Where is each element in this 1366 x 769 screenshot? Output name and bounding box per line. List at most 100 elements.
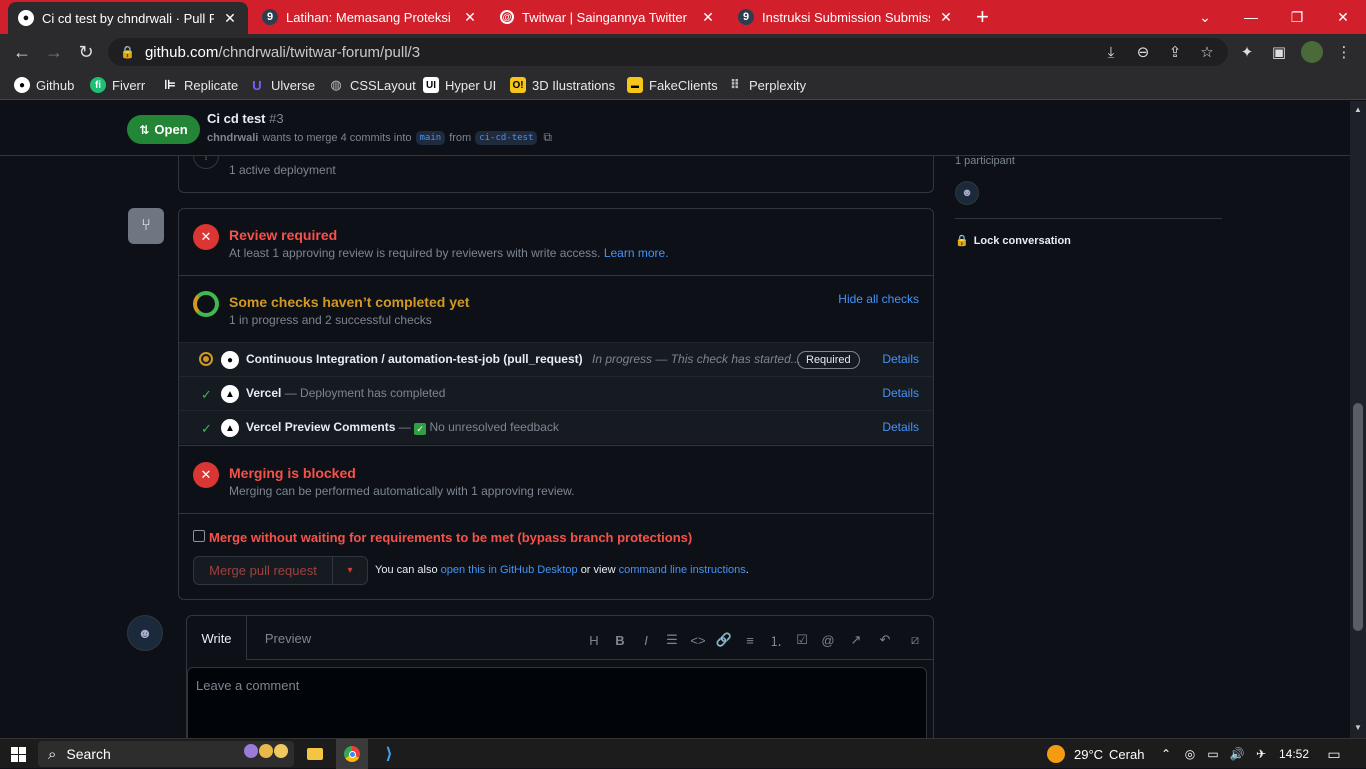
close-window-icon[interactable]: ✕ — [1320, 0, 1366, 34]
check-name: Vercel — Deployment has completed — [246, 386, 445, 400]
cross-reference-icon[interactable]: ↗ — [847, 631, 865, 649]
share-icon[interactable]: ⇪ — [1165, 42, 1185, 62]
lock-conversation-link[interactable]: 🔒 Lock conversation — [955, 234, 1071, 248]
bypass-label[interactable]: Merge without waiting for requirements t… — [209, 530, 692, 545]
check-icon: ✓ — [201, 421, 212, 436]
chrome-taskbar-icon[interactable] — [336, 739, 368, 769]
unordered-list-icon[interactable]: ≡ — [741, 631, 759, 649]
browser-tab[interactable]: ● Ci cd test by chndrwali · Pull Requ ✕ — [8, 2, 248, 34]
quote-icon[interactable]: ☰ — [663, 631, 681, 649]
bookmark-3d-ilustrations[interactable]: O! 3D Ilustrations — [510, 75, 615, 95]
bookmark-star-icon[interactable]: ☆ — [1197, 42, 1217, 62]
tray-chevron-icon[interactable]: ⌃ — [1158, 739, 1174, 769]
bypass-checkbox[interactable] — [193, 530, 205, 542]
hyperui-icon: UI — [423, 77, 439, 93]
profile-avatar[interactable] — [1301, 41, 1323, 63]
link-icon[interactable]: 🔗 — [715, 631, 733, 649]
minimize-icon[interactable]: — — [1228, 0, 1274, 34]
clock[interactable]: 14:52 — [1276, 739, 1312, 769]
github-actions-icon: ● — [221, 351, 239, 369]
threads-icon: @ — [500, 10, 514, 24]
close-icon[interactable]: ✕ — [938, 9, 954, 26]
reload-icon[interactable]: ↻ — [73, 39, 99, 65]
forward-icon[interactable]: → — [41, 39, 67, 65]
browser-tab[interactable]: 9 Instruksi Submission Submission ✕ — [728, 0, 964, 34]
back-icon[interactable]: ← — [9, 39, 35, 65]
mention-icon[interactable]: @ — [819, 631, 837, 649]
base-branch[interactable]: main — [415, 130, 446, 145]
restore-icon[interactable]: ❐ — [1274, 0, 1320, 34]
command-line-link[interactable]: command line instructions — [619, 564, 746, 576]
zoom-icon[interactable]: ⊖ — [1133, 42, 1153, 62]
bookmark-fakeclients[interactable]: ▬ FakeClients — [627, 75, 718, 95]
learn-more-link[interactable]: Learn more. — [604, 246, 669, 260]
participant-avatar[interactable]: ☻ — [955, 181, 979, 205]
close-icon[interactable]: ✕ — [462, 9, 478, 26]
tab-search-icon[interactable]: ⌄ — [1182, 0, 1228, 34]
bookmark-hyperui[interactable]: UI Hyper UI — [423, 75, 496, 95]
extensions-icon[interactable]: ✦ — [1237, 42, 1257, 62]
taskbar-search-box[interactable]: ⌕ Search — [38, 741, 294, 767]
scroll-down-icon[interactable]: ▼ — [1354, 723, 1362, 732]
address-bar[interactable]: 🔒 github.com/chndrwali/twitwar-forum/pul… — [108, 38, 1228, 66]
bookmark-label: CSSLayout — [350, 77, 416, 93]
windows-start-icon[interactable] — [0, 739, 36, 769]
task-list-icon[interactable]: ☑ — [793, 631, 811, 649]
ordered-list-icon[interactable]: ⒈ — [767, 631, 785, 649]
pr-state-label: Open — [154, 122, 188, 137]
details-link[interactable]: Details — [882, 420, 919, 434]
pr-author-link[interactable]: chndrwali — [207, 132, 258, 144]
tab-write[interactable]: Write — [187, 616, 247, 660]
bold-icon[interactable]: B — [611, 631, 629, 649]
camera-icon[interactable]: ◎ — [1182, 739, 1198, 769]
x-circle-icon: ✕ — [193, 462, 219, 488]
user-avatar[interactable]: ☻ — [127, 615, 163, 651]
copy-icon[interactable]: ⧉ — [543, 130, 552, 145]
heading-icon[interactable]: H — [585, 631, 603, 649]
merge-pull-request-button[interactable]: Merge pull request — [193, 556, 333, 585]
details-link[interactable]: Details — [882, 386, 919, 400]
slash-commands-icon[interactable]: ⧄ — [906, 631, 924, 649]
reply-icon[interactable]: ↶ — [876, 631, 894, 649]
scroll-up-icon[interactable]: ▲ — [1354, 105, 1362, 114]
hide-all-checks-link[interactable]: Hide all checks — [838, 292, 919, 306]
bookmark-github[interactable]: ● Github — [14, 75, 74, 95]
side-panel-icon[interactable]: ▣ — [1269, 42, 1289, 62]
review-required-title: Review required — [229, 227, 338, 243]
bookmark-ulverse[interactable]: U Ulverse — [249, 75, 315, 95]
bookmark-csslayout[interactable]: ◍ CSSLayout — [328, 75, 416, 95]
vscode-icon[interactable]: ⟩ — [376, 739, 402, 769]
weather-widget[interactable]: 29°C Cerah — [1074, 739, 1154, 769]
network-icon[interactable]: ✈ — [1252, 739, 1270, 769]
tab-preview[interactable]: Preview — [253, 616, 323, 660]
review-required-section: ✕ Review required At least 1 approving r… — [179, 209, 933, 276]
notifications-icon[interactable]: ▭ — [1322, 739, 1346, 769]
merge-options-caret-icon[interactable]: ▾ — [332, 556, 368, 585]
page-scrollbar[interactable]: ▲ ▼ — [1350, 101, 1366, 738]
browser-tab[interactable]: @ Twitwar | Saingannya Twitter ✕ — [490, 0, 726, 34]
lock-conversation-label: Lock conversation — [973, 234, 1071, 247]
windows-taskbar: ⌕ Search ⟩ 29°C Cerah ⌃ ◎ ▭ 🔊 ✈ 14:52 ▭ — [0, 738, 1366, 769]
close-icon[interactable]: ✕ — [222, 10, 238, 27]
check-row: ✓ ▲ Vercel — Deployment has completed De… — [179, 376, 933, 410]
file-explorer-icon[interactable] — [302, 739, 328, 769]
battery-icon[interactable]: ▭ — [1204, 739, 1222, 769]
close-icon[interactable]: ✕ — [700, 9, 716, 26]
scrollbar-thumb[interactable] — [1353, 403, 1363, 631]
browser-tab[interactable]: 9 Latihan: Memasang Proteksi pada ✕ — [252, 0, 488, 34]
menu-icon[interactable]: ⋮ — [1334, 42, 1354, 62]
details-link[interactable]: Details — [882, 352, 919, 366]
bookmark-label: Perplexity — [749, 77, 807, 93]
new-tab-button[interactable]: + — [972, 0, 1002, 34]
bookmark-perplexity[interactable]: ⠿ Perplexity — [727, 75, 806, 95]
install-icon[interactable]: ⤓ — [1101, 42, 1121, 62]
head-branch[interactable]: ci-cd-test — [475, 130, 538, 145]
url-host: github.com — [144, 43, 219, 61]
comment-textarea[interactable]: Leave a comment — [187, 667, 927, 738]
bookmark-fiverr[interactable]: fi Fiverr — [90, 75, 145, 95]
github-desktop-link[interactable]: open this in GitHub Desktop — [441, 564, 578, 576]
volume-icon[interactable]: 🔊 — [1228, 739, 1246, 769]
code-icon[interactable]: <> — [689, 631, 707, 649]
bookmark-replicate[interactable]: ⊫ Replicate — [162, 75, 238, 95]
italic-icon[interactable]: I — [637, 631, 655, 649]
